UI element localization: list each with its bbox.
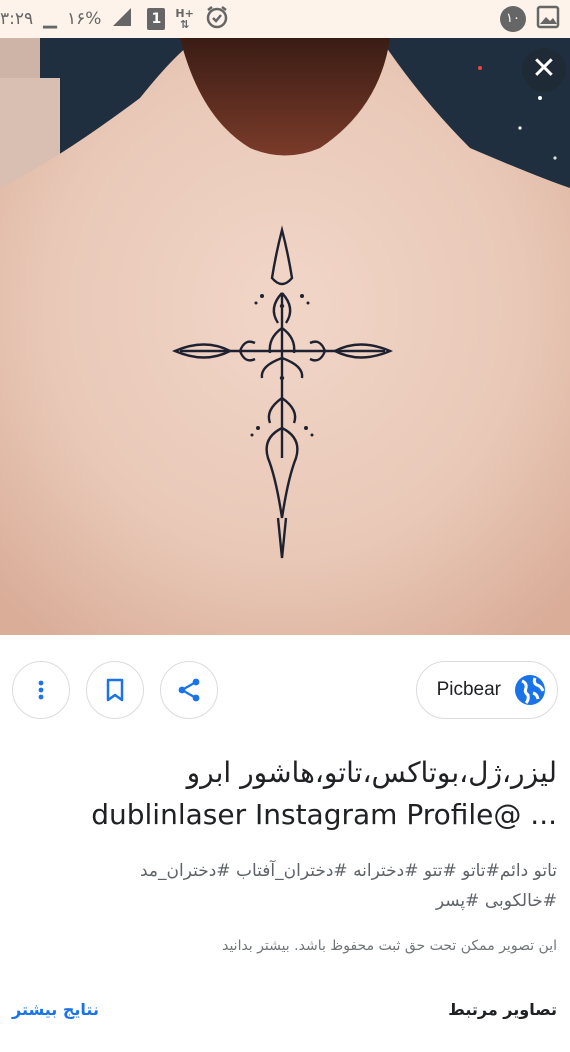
status-bar-right: ۱۰ <box>500 0 560 38</box>
action-row: Picbear <box>0 660 570 724</box>
result-tags: تاتو دائم#تاتو #تتو #دخترانه #دختران_آفت… <box>12 856 557 916</box>
image-preview[interactable] <box>0 38 570 635</box>
alarm-icon <box>204 4 230 35</box>
result-title[interactable]: لیزر،ژل،بوتاکس،تاتو،هاشور ابرو dublinlas… <box>12 752 557 836</box>
result-title-line2: dublinlaser Instagram Profile@ ... <box>91 798 557 831</box>
tags-line1: تاتو دائم#تاتو #تتو #دخترانه #دختران_آفت… <box>139 861 557 881</box>
more-options-button[interactable] <box>12 661 70 719</box>
tags-line2: #خالکوبی #پسر <box>435 891 557 911</box>
battery-icon: ▁ <box>43 8 57 29</box>
more-vert-icon <box>38 680 44 700</box>
copyright-notice[interactable]: این تصویر ممکن تحت حق ثبت محفوظ باشد. بی… <box>12 938 557 954</box>
close-icon: ✕ <box>531 51 557 86</box>
status-bar-left: ۳:۲۹ ▁ ۱۶% 1 H+ ⇅ <box>0 0 230 38</box>
more-results-link[interactable]: نتایج بیشتر <box>12 1000 99 1019</box>
source-name: Picbear <box>436 679 501 700</box>
bookmark-icon <box>106 678 124 702</box>
tattoo-photo <box>0 38 570 635</box>
status-bar: ۳:۲۹ ▁ ۱۶% 1 H+ ⇅ ۱۰ <box>0 0 570 38</box>
clock: ۳:۲۹ <box>0 9 34 29</box>
related-images-label: تصاویر مرتبط <box>448 1000 557 1019</box>
battery-percent: ۱۶% <box>66 9 102 29</box>
share-button[interactable] <box>160 661 218 719</box>
signal-icon <box>111 6 137 33</box>
close-button[interactable]: ✕ <box>522 48 566 92</box>
source-link[interactable]: Picbear <box>416 661 558 719</box>
save-button[interactable] <box>86 661 144 719</box>
notification-badge: ۱۰ <box>500 6 526 32</box>
gallery-icon <box>536 5 560 33</box>
share-icon <box>178 678 200 702</box>
result-title-line1: لیزر،ژل،بوتاکس،تاتو،هاشور ابرو <box>186 756 557 789</box>
sim-icon: 1 <box>147 8 166 30</box>
globe-icon <box>515 675 545 705</box>
network-icon: H+ ⇅ <box>175 7 194 31</box>
